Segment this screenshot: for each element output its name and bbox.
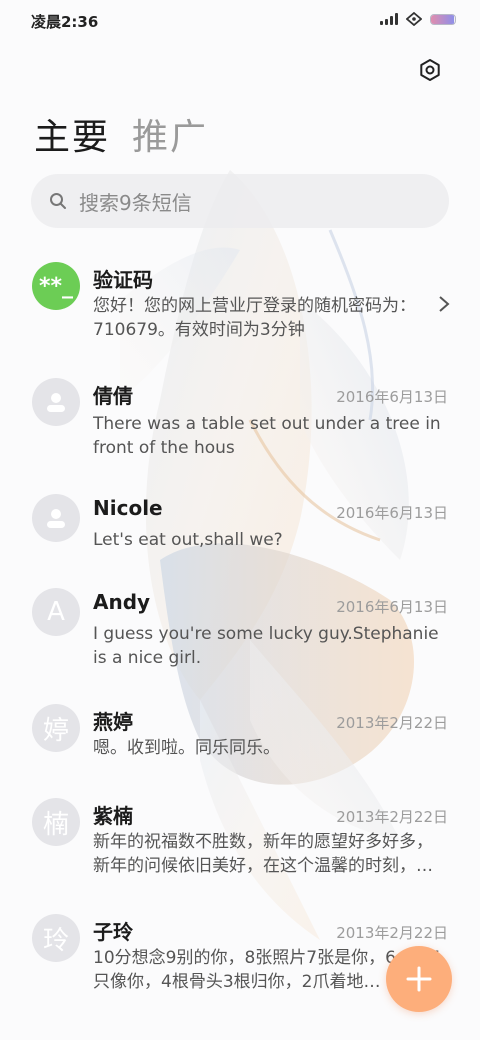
conversation-date: 2013年2月22日 bbox=[336, 714, 448, 732]
conversation-name: 验证码 bbox=[93, 268, 153, 292]
conversation-item[interactable]: Nicole 2016年6月13日 Let's eat out,shall we… bbox=[0, 488, 480, 568]
conversation-name: 子玲 bbox=[93, 920, 133, 944]
conversation-date: 2016年6月13日 bbox=[336, 504, 448, 522]
new-message-button[interactable] bbox=[386, 946, 452, 1012]
avatar: 玲 bbox=[32, 914, 80, 962]
conversation-date: 2016年6月13日 bbox=[336, 388, 448, 406]
search-icon bbox=[50, 193, 66, 209]
search-bar[interactable]: 搜索9条短信 bbox=[31, 174, 449, 228]
conversation-date: 2013年2月22日 bbox=[336, 924, 448, 942]
avatar: 楠 bbox=[32, 798, 80, 846]
settings-button[interactable] bbox=[414, 54, 446, 86]
battery-icon bbox=[430, 13, 456, 25]
conversation-name: 燕婷 bbox=[93, 710, 133, 734]
conversation-item[interactable]: A Andy 2016年6月13日 I guess you're some lu… bbox=[0, 582, 480, 682]
avatar: **_ bbox=[32, 262, 80, 310]
signal-icon bbox=[380, 13, 398, 25]
conversation-preview: 您好！您的网上营业厅登录的随机密码为：710679。有效时间为3分钟 bbox=[93, 296, 416, 340]
conversation-date: 2016年6月13日 bbox=[336, 598, 448, 616]
person-icon bbox=[47, 509, 65, 528]
conversation-preview: There was a table set out under a tree i… bbox=[93, 414, 441, 458]
tab-primary[interactable]: 主要 bbox=[34, 108, 110, 160]
conversation-preview: 新年的祝福数不胜数，新年的愿望好多好多，新年的问候依旧美好，在这个温馨的时刻，… bbox=[93, 832, 433, 876]
conversation-name: 紫楠 bbox=[93, 804, 133, 828]
status-bar: 凌晨2:36 bbox=[0, 0, 480, 44]
search-placeholder: 搜索9条短信 bbox=[79, 190, 192, 215]
status-time: 凌晨2:36 bbox=[31, 13, 99, 31]
avatar-text: 婷 bbox=[42, 715, 69, 746]
wifi-hotspot-icon bbox=[406, 12, 422, 26]
conversation-date: 2013年2月22日 bbox=[336, 808, 448, 826]
conversation-name: Nicole bbox=[93, 496, 163, 520]
avatar-text: 楠 bbox=[42, 809, 69, 840]
conversation-item[interactable]: 婷 燕婷 2013年2月22日 嗯。收到啦。同乐同乐。 bbox=[0, 698, 480, 778]
chevron-right-icon bbox=[439, 296, 450, 312]
conversation-name: Andy bbox=[93, 590, 151, 614]
person-icon bbox=[47, 393, 65, 412]
conversation-preview: I guess you're some lucky guy.Stephanie … bbox=[93, 624, 439, 668]
conversation-item[interactable]: 楠 紫楠 2013年2月22日 新年的祝福数不胜数，新年的愿望好多好多，新年的问… bbox=[0, 792, 480, 892]
avatar bbox=[32, 494, 80, 542]
avatar: A bbox=[32, 588, 80, 636]
status-icons bbox=[380, 12, 456, 26]
tab-bar: 主要 推广 bbox=[34, 108, 208, 160]
conversation-preview: 嗯。收到啦。同乐同乐。 bbox=[93, 738, 280, 758]
gear-hexagon-icon bbox=[420, 59, 440, 81]
avatar-text: 玲 bbox=[42, 925, 69, 956]
battery-level bbox=[431, 14, 454, 24]
conversation-item[interactable]: 倩倩 2016年6月13日 There was a table set out … bbox=[0, 372, 480, 472]
avatar: 婷 bbox=[32, 704, 80, 752]
avatar-text: **_ bbox=[38, 273, 73, 299]
avatar bbox=[32, 378, 80, 426]
conversation-preview: Let's eat out,shall we? bbox=[93, 530, 283, 550]
tab-promotions[interactable]: 推广 bbox=[132, 108, 208, 160]
plus-icon bbox=[406, 966, 432, 992]
avatar-text: A bbox=[47, 597, 65, 627]
conversation-name: 倩倩 bbox=[93, 384, 133, 408]
conversation-item[interactable]: **_ 验证码 您好！您的网上营业厅登录的随机密码为：710679。有效时间为3… bbox=[0, 256, 480, 356]
